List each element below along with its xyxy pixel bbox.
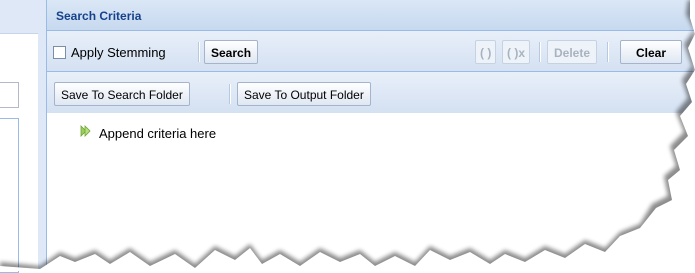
green-double-arrow-icon bbox=[80, 125, 91, 137]
save-to-search-folder-button[interactable]: Save To Search Folder bbox=[54, 82, 190, 106]
search-button[interactable]: Search bbox=[204, 40, 259, 64]
adjacent-panel-header bbox=[0, 0, 38, 34]
toolbar-separator bbox=[607, 42, 609, 62]
toolbar-separator bbox=[198, 42, 200, 62]
search-criteria-panel: Search Criteria Apply Stemming Search ( … bbox=[46, 0, 695, 271]
adjacent-panel bbox=[0, 0, 39, 273]
save-toolbar: Save To Search Folder Save To Output Fol… bbox=[47, 72, 695, 114]
clear-button[interactable]: Clear bbox=[620, 40, 682, 64]
adjacent-panel-field[interactable] bbox=[0, 82, 19, 108]
group-parentheses-button[interactable]: ( ) bbox=[475, 40, 497, 64]
criteria-toolbar: Apply Stemming Search ( ) ( )x Delete Cl… bbox=[47, 31, 695, 72]
apply-stemming-label[interactable]: Apply Stemming bbox=[71, 45, 166, 60]
splitter[interactable] bbox=[38, 0, 46, 271]
toolbar-separator bbox=[229, 84, 231, 104]
apply-stemming-checkbox[interactable] bbox=[53, 46, 66, 59]
delete-button[interactable]: Delete bbox=[547, 40, 598, 64]
toolbar-separator bbox=[539, 42, 541, 62]
panel-header: Search Criteria bbox=[47, 0, 695, 31]
panel-title: Search Criteria bbox=[56, 9, 142, 23]
save-to-output-folder-button[interactable]: Save To Output Folder bbox=[237, 82, 371, 106]
append-criteria-text[interactable]: Append criteria here bbox=[99, 126, 216, 141]
remove-parentheses-button[interactable]: ( )x bbox=[502, 40, 530, 64]
criteria-tree[interactable]: Append criteria here bbox=[47, 113, 695, 271]
adjacent-panel-list[interactable] bbox=[0, 118, 19, 273]
